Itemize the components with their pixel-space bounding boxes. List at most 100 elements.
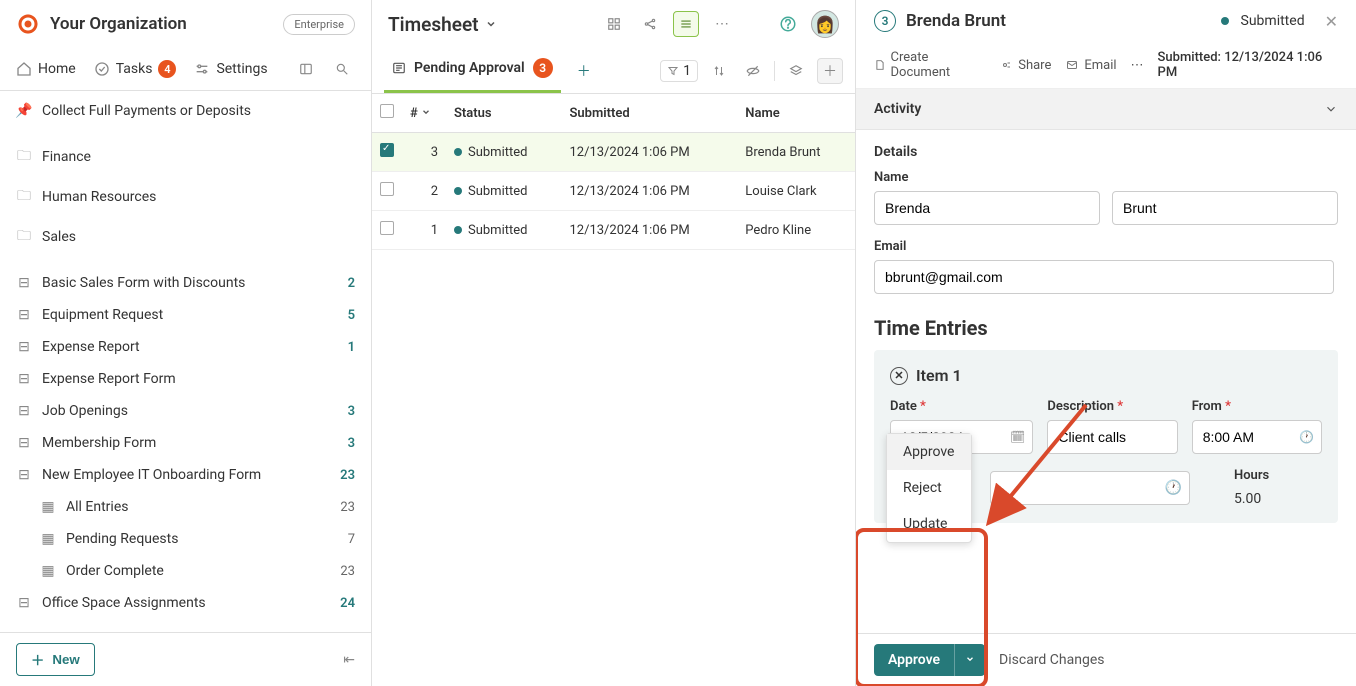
sort-icon[interactable] — [706, 58, 732, 84]
nav-tasks-label: Tasks — [116, 61, 153, 77]
nav-home[interactable]: Home — [16, 61, 76, 77]
folder-finance[interactable]: 🗀Finance — [0, 137, 371, 177]
row-submitted: 12/13/2024 1:06 PM — [561, 211, 737, 250]
sidebar: Your Organization Enterprise Home Tasks … — [0, 0, 372, 686]
from-label: From — [1192, 399, 1222, 414]
activity-label: Activity — [874, 101, 1324, 117]
row-checkbox[interactable] — [380, 143, 394, 157]
sub-pending-requests[interactable]: ▦Pending Requests7 — [0, 523, 371, 555]
remove-item-icon[interactable]: ✕ — [890, 367, 908, 385]
submitted-prefix: Submitted: — [1158, 50, 1225, 65]
email-button[interactable]: Email — [1065, 58, 1116, 73]
first-name-input[interactable] — [874, 191, 1100, 225]
count-badge: 23 — [340, 500, 355, 515]
sidebar-nav: Home Tasks 4 Settings — [0, 48, 371, 91]
app-expense-report[interactable]: ⊟Expense Report1 — [0, 331, 371, 363]
sliders-icon — [194, 61, 210, 77]
org-name[interactable]: Your Organization — [50, 14, 273, 34]
approve-split-button[interactable]: Approve — [874, 644, 985, 676]
menu-update[interactable]: Update — [887, 506, 971, 542]
avatar[interactable]: 👩 — [811, 10, 839, 38]
sub-all-entries[interactable]: ▦ All Entries 23 — [0, 491, 371, 523]
collapse-sidebar-icon[interactable]: ⇤ — [343, 652, 355, 668]
add-tab-button[interactable]: ＋ — [569, 53, 599, 89]
col-name[interactable]: Name — [737, 94, 855, 133]
panel-toggle-icon[interactable] — [293, 56, 319, 82]
list-view-icon[interactable] — [673, 11, 699, 37]
page-title[interactable]: Timesheet — [388, 13, 497, 36]
layers-icon[interactable] — [783, 58, 809, 84]
table-icon: ▦ — [40, 499, 56, 515]
add-column-button[interactable]: ＋ — [817, 58, 843, 84]
to-time-input[interactable] — [990, 471, 1190, 505]
menu-reject[interactable]: Reject — [887, 470, 971, 506]
row-checkbox[interactable] — [380, 221, 394, 235]
last-name-input[interactable] — [1112, 191, 1338, 225]
clock-icon[interactable]: 🕐 — [1299, 430, 1314, 444]
view-grid-icon[interactable] — [601, 11, 627, 37]
sidebar-item-label: Collect Full Payments or Deposits — [42, 103, 355, 119]
share-nodes-icon[interactable] — [637, 11, 663, 37]
detail-status: Submitted — [1221, 13, 1305, 29]
status-dot-icon — [454, 187, 462, 195]
app-basic-sales[interactable]: ⊟Basic Sales Form with Discounts2 — [0, 267, 371, 299]
tab-pending-approval[interactable]: Pending Approval 3 — [384, 48, 561, 93]
help-icon[interactable] — [775, 11, 801, 37]
more-horizontal-icon[interactable]: ⋯ — [709, 11, 735, 37]
pinned-item[interactable]: 📌 Collect Full Payments or Deposits — [0, 95, 371, 127]
table-row[interactable]: 1 Submitted 12/13/2024 1:06 PM Pedro Kli… — [372, 211, 855, 250]
sidebar-item-label: All Entries — [66, 499, 330, 515]
tasks-count-badge: 4 — [158, 60, 176, 78]
filter-button[interactable]: 1 — [660, 60, 698, 82]
details-section-label: Details — [874, 144, 1338, 160]
app-expense-form[interactable]: ⊟Expense Report Form — [0, 363, 371, 395]
folder-sales[interactable]: 🗀Sales — [0, 217, 371, 257]
col-num[interactable]: # — [410, 106, 418, 121]
sidebar-list: 📌 Collect Full Payments or Deposits 🗀Fin… — [0, 91, 371, 632]
app-onboarding[interactable]: ⊟New Employee IT Onboarding Form23 — [0, 459, 371, 491]
col-submitted[interactable]: Submitted — [561, 94, 737, 133]
more-actions-icon[interactable]: ⋯ — [1131, 58, 1144, 73]
folder-icon: 🗀 — [16, 145, 32, 169]
sidebar-item-label: Human Resources — [42, 189, 355, 205]
app-equipment[interactable]: ⊟Equipment Request5 — [0, 299, 371, 331]
row-num: 1 — [402, 211, 446, 250]
sidebar-item-label: New Employee IT Onboarding Form — [42, 467, 330, 483]
col-status[interactable]: Status — [446, 94, 561, 133]
clock-icon[interactable]: 🕐 — [1165, 480, 1182, 496]
menu-approve[interactable]: Approve — [887, 434, 971, 470]
detail-title: Brenda Brunt — [906, 11, 1211, 31]
app-office-space[interactable]: ⊟Office Space Assignments24 — [0, 587, 371, 619]
search-icon[interactable] — [329, 56, 355, 82]
create-document-button[interactable]: Create Document — [874, 50, 987, 80]
visibility-icon[interactable] — [740, 58, 766, 84]
row-checkbox[interactable] — [380, 182, 394, 196]
table-row[interactable]: 3 Submitted 12/13/2024 1:06 PM Brenda Br… — [372, 133, 855, 172]
nav-settings[interactable]: Settings — [194, 61, 267, 77]
page-title-text: Timesheet — [388, 13, 479, 36]
new-button[interactable]: ＋New — [16, 643, 95, 676]
app-membership[interactable]: ⊟Membership Form3 — [0, 427, 371, 459]
pin-icon: 📌 — [16, 103, 32, 119]
activity-section-toggle[interactable]: Activity — [856, 89, 1356, 130]
time-entries-heading: Time Entries — [874, 316, 1338, 340]
detail-footer: Approve Discard Changes — [856, 633, 1356, 686]
share-button[interactable]: Share — [1001, 58, 1051, 73]
calendar-icon[interactable]: 🗓 — [1010, 430, 1025, 444]
app-job-openings[interactable]: ⊟Job Openings3 — [0, 395, 371, 427]
email-input[interactable] — [874, 260, 1334, 294]
description-input[interactable] — [1047, 420, 1177, 454]
select-all-checkbox[interactable] — [380, 104, 394, 118]
sub-order-complete[interactable]: ▦Order Complete23 — [0, 555, 371, 587]
name-field-label: Name — [874, 170, 1338, 185]
approve-dropdown-toggle[interactable] — [954, 644, 985, 676]
nav-tasks[interactable]: Tasks 4 — [94, 60, 177, 78]
discard-changes-link[interactable]: Discard Changes — [999, 652, 1104, 668]
count-badge: 7 — [348, 532, 355, 547]
folder-hr[interactable]: 🗀Human Resources — [0, 177, 371, 217]
table-row[interactable]: 2 Submitted 12/13/2024 1:06 PM Louise Cl… — [372, 172, 855, 211]
app-icon: ⊟ — [16, 467, 32, 483]
detail-body: Details Name Email Time Entries ✕ Item 1… — [856, 130, 1356, 686]
close-icon[interactable]: ✕ — [1325, 12, 1338, 31]
detail-actions: Create Document Share Email ⋯ Submitted:… — [856, 42, 1356, 89]
